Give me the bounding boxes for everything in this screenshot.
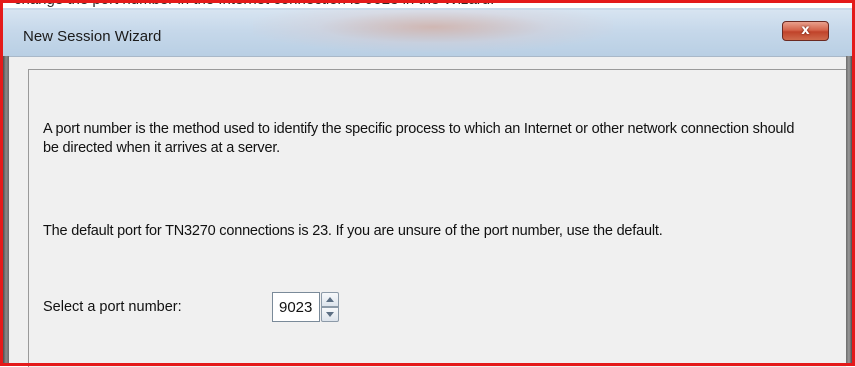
triangle-down-icon — [326, 312, 334, 317]
spin-up-button[interactable] — [321, 292, 339, 307]
spin-down-button[interactable] — [321, 307, 339, 322]
port-number-label: Select a port number: — [43, 299, 182, 315]
title-bar-glow — [253, 10, 613, 52]
close-button[interactable]: x — [782, 21, 829, 41]
title-bar[interactable]: New Session Wizard x — [3, 10, 852, 56]
cropped-caption-text: change the port number in the Internet c… — [14, 0, 494, 8]
port-description-text: A port number is the method used to iden… — [43, 121, 795, 156]
wizard-page-panel: A port number is the method used to iden… — [28, 69, 846, 367]
close-icon: x — [801, 23, 810, 38]
port-number-row: Select a port number: — [43, 292, 443, 322]
default-port-text: The default port for TN3270 connections … — [43, 223, 663, 239]
port-number-input[interactable] — [272, 292, 320, 322]
window-right-edge — [846, 56, 852, 366]
port-spinner — [321, 292, 339, 322]
window-title: New Session Wizard — [23, 28, 162, 45]
wizard-content: A port number is the method used to iden… — [9, 56, 846, 367]
triangle-up-icon — [326, 297, 334, 302]
